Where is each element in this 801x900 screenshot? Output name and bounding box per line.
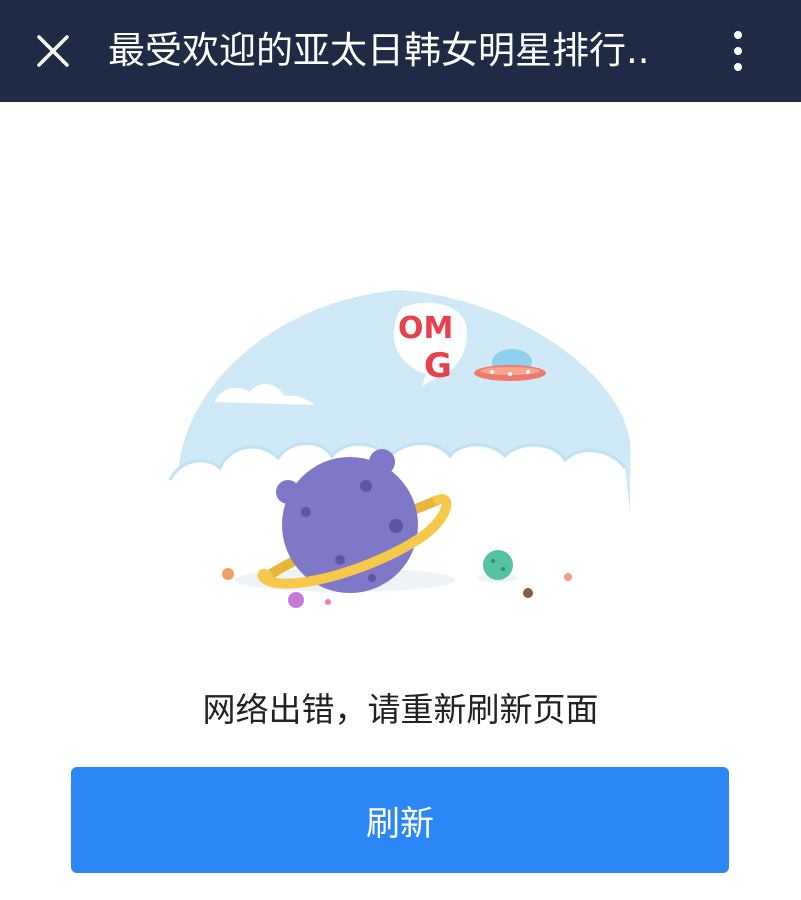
dot-brown — [523, 588, 533, 598]
error-message: 网络出错，请重新刷新页面 — [202, 690, 599, 729]
omg-text-1: OM — [398, 311, 453, 346]
top-bar: 最受欢迎的亚太日韩女明星排行.. — [0, 0, 801, 102]
more-dot — [734, 47, 742, 55]
dot-orange — [222, 568, 234, 580]
dot-peach — [564, 573, 572, 581]
more-vertical-icon — [734, 31, 742, 39]
omg-text-2: G — [424, 346, 452, 386]
dot-pink — [325, 599, 331, 605]
dot-purple — [288, 592, 304, 608]
close-button[interactable] — [28, 26, 78, 76]
refresh-button[interactable]: 刷新 — [71, 767, 729, 873]
more-options-button[interactable] — [716, 26, 760, 76]
close-icon — [37, 35, 69, 67]
small-planet-green — [478, 550, 518, 582]
network-error-illustration: OM G — [168, 290, 632, 608]
page-title: 最受欢迎的亚太日韩女明星排行.. — [108, 29, 650, 72]
more-dot — [734, 63, 742, 71]
